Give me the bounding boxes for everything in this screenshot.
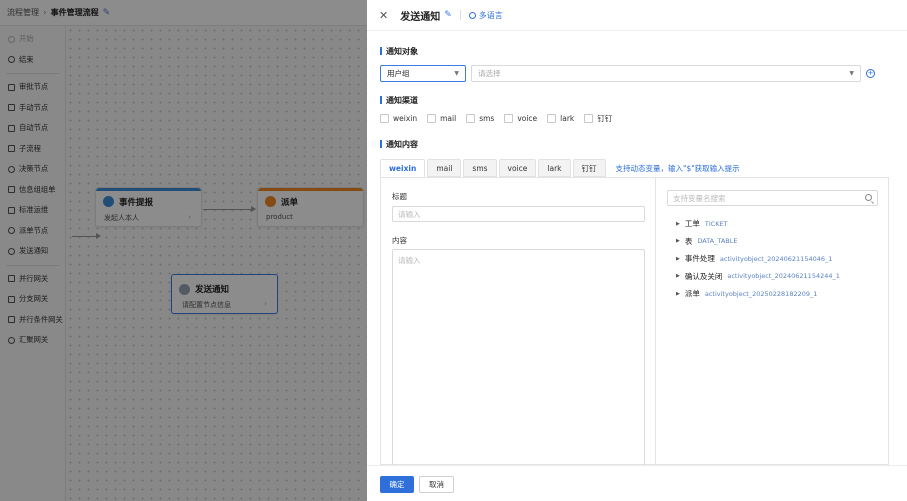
- section-title-channels: 通知渠道: [380, 95, 418, 106]
- tab-sms[interactable]: sms: [463, 159, 497, 177]
- channel-tabs: weixin mail sms voice lark 钉钉 支持动态变量，输入"…: [380, 159, 740, 177]
- body-label: 内容: [392, 236, 407, 245]
- checkbox[interactable]: [584, 114, 594, 123]
- drawer-header: ✕ 发送通知 ✎ 多语言: [367, 0, 907, 31]
- recipient-type-select[interactable]: 用户组 ▼: [380, 65, 466, 82]
- checkbox[interactable]: [547, 114, 557, 123]
- section-title-content: 通知内容: [380, 139, 418, 150]
- variable-tree: ▶ 工单 TICKET ▶ 表 DATA_TABLE ▶ 事件处理 activityobje…: [676, 215, 840, 303]
- tree-item[interactable]: ▶ 派单 activityobject_20250228182209_1: [676, 285, 840, 303]
- caret-right-icon[interactable]: ▶: [676, 256, 680, 262]
- checkbox[interactable]: [504, 114, 514, 123]
- close-icon[interactable]: ✕: [379, 9, 388, 22]
- tree-item[interactable]: ▶ 表 DATA_TABLE: [676, 233, 840, 251]
- title-input[interactable]: 请输入: [392, 206, 645, 222]
- tab-weixin[interactable]: weixin: [380, 159, 426, 177]
- channel-checkbox-dingtalk[interactable]: 钉钉: [584, 113, 612, 124]
- recipient-select[interactable]: 请选择 ▼: [471, 65, 861, 82]
- drawer-title: 发送通知: [400, 11, 441, 23]
- message-form: 标题 请输入 内容 请输入: [381, 178, 656, 466]
- caret-right-icon[interactable]: ▶: [676, 221, 680, 227]
- variable-hint: 支持动态变量，输入"$"获取输入提示: [615, 163, 740, 173]
- add-recipient-icon[interactable]: +: [866, 69, 875, 78]
- checkbox[interactable]: [466, 114, 476, 123]
- title-label: 标题: [392, 192, 407, 201]
- caret-right-icon[interactable]: ▶: [676, 291, 680, 297]
- variable-search-input[interactable]: 支持变量名搜索: [667, 190, 878, 206]
- tree-item[interactable]: ▶ 工单 TICKET: [676, 215, 840, 233]
- tab-lark[interactable]: lark: [538, 159, 571, 177]
- tab-dingtalk[interactable]: 钉钉: [572, 159, 606, 177]
- checkbox[interactable]: [380, 114, 389, 123]
- drawer-footer: 确定 取消: [367, 465, 907, 501]
- search-icon[interactable]: [865, 194, 872, 201]
- chevron-down-icon: ▼: [849, 70, 854, 77]
- tree-item[interactable]: ▶ 确认及关闭 activityobject_20240621154244_1: [676, 268, 840, 286]
- tree-item[interactable]: ▶ 事件处理 activityobject_20240621154046_1: [676, 250, 840, 268]
- checkbox[interactable]: [427, 114, 437, 123]
- channel-checkboxes: weixin mail sms voice lark 钉钉: [380, 113, 622, 124]
- tab-voice[interactable]: voice: [498, 159, 537, 177]
- chevron-down-icon: ▼: [454, 70, 459, 77]
- tab-mail[interactable]: mail: [427, 159, 462, 177]
- caret-right-icon[interactable]: ▶: [676, 238, 680, 244]
- confirm-button[interactable]: 确定: [380, 476, 414, 493]
- multilang-button[interactable]: 多语言: [468, 10, 503, 21]
- channel-checkbox-voice[interactable]: voice: [504, 113, 537, 124]
- channel-checkbox-mail[interactable]: mail: [427, 113, 456, 124]
- pencil-icon[interactable]: ✎: [444, 10, 452, 20]
- divider: [459, 10, 461, 20]
- section-title-recipients: 通知对象: [380, 46, 418, 57]
- caret-right-icon[interactable]: ▶: [676, 273, 680, 279]
- body-textarea[interactable]: 请输入: [392, 249, 645, 466]
- content-editor: 标题 请输入 内容 请输入 支持变量名搜索 ▶ 工单 TICKET ▶ 表 DATA_T…: [380, 177, 889, 466]
- globe-icon: [468, 11, 476, 19]
- notify-config-drawer: ✕ 发送通知 ✎ 多语言 通知对象 用户组 ▼ 请选择 ▼ + 通知渠道 wei…: [367, 0, 907, 501]
- variable-panel: 支持变量名搜索 ▶ 工单 TICKET ▶ 表 DATA_TABLE ▶ 事件处理 acti…: [656, 178, 888, 464]
- channel-checkbox-sms[interactable]: sms: [466, 113, 494, 124]
- channel-checkbox-weixin[interactable]: weixin: [380, 113, 417, 124]
- channel-checkbox-lark[interactable]: lark: [547, 113, 574, 124]
- cancel-button[interactable]: 取消: [419, 476, 454, 493]
